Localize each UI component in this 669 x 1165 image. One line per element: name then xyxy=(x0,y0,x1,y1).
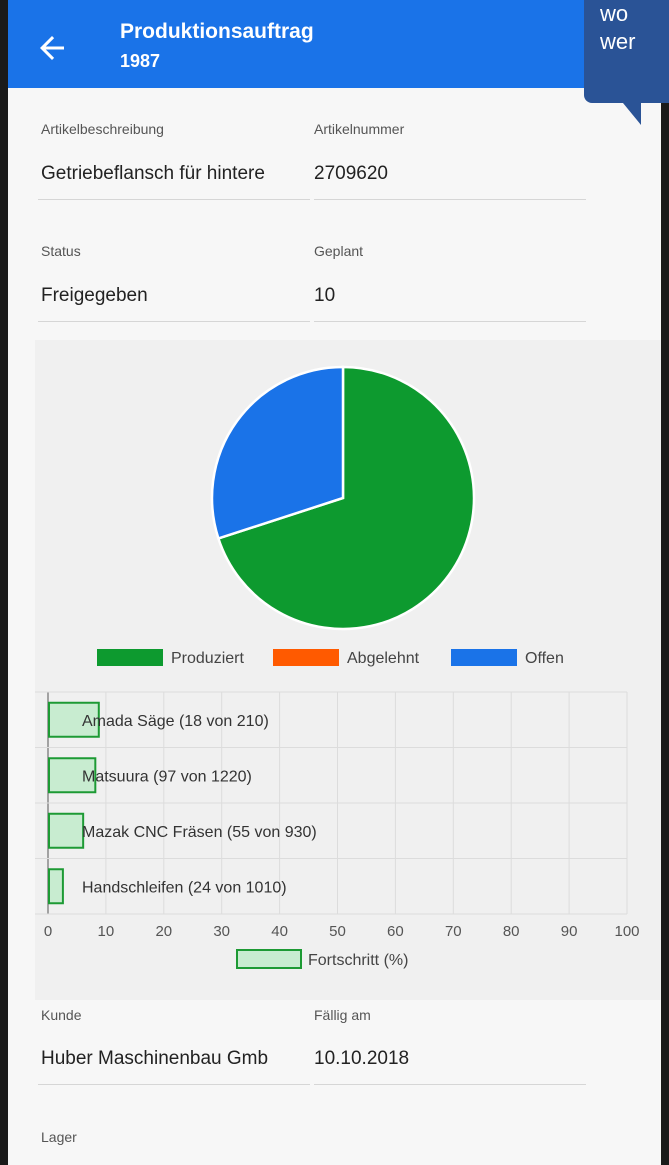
x-tick-label: 40 xyxy=(271,923,288,940)
bar-label: Mazak CNC Fräsen (55 von 930) xyxy=(82,824,317,841)
faellig-underline xyxy=(314,1084,586,1085)
page-subtitle: 1987 xyxy=(120,51,161,71)
geplant-label: Geplant xyxy=(314,243,364,259)
faellig-field[interactable]: 10.10.2018 xyxy=(314,1048,409,1070)
page-title: Produktionsauftrag xyxy=(120,20,314,43)
geplant-underline xyxy=(314,321,586,322)
chart-panel: Produziert Abgelehnt Offen 0 10 20 30 40 50 60 70… xyxy=(35,340,661,1000)
bar-label: Matsuura (97 von 1220) xyxy=(82,768,252,785)
tooltip-arrow xyxy=(623,103,641,125)
status-label: Status xyxy=(41,243,81,259)
bar-label: Amada Säge (18 von 210) xyxy=(82,713,269,730)
x-tick-label: 90 xyxy=(561,923,578,940)
x-tick-label: 80 xyxy=(503,923,520,940)
bar-label: Handschleifen (24 von 1010) xyxy=(82,879,287,896)
x-tick-label: 30 xyxy=(213,923,230,940)
bar[interactable] xyxy=(48,812,85,849)
artikelnummer-underline xyxy=(314,199,586,200)
app-bar: Produktionsauftrag 1987 xyxy=(8,0,661,88)
x-tick-label: 0 xyxy=(44,923,52,940)
tooltip-line-1: wo xyxy=(600,1,629,26)
artikelbeschreibung-label: Artikelbeschreibung xyxy=(41,121,164,137)
tooltip-line-2: wer xyxy=(600,29,636,54)
legend-label-fortschritt: Fortschritt (%) xyxy=(308,952,408,969)
bar-chart: 0 10 20 30 40 50 60 70 80 90 100 Amada Säge (18 von… xyxy=(35,691,640,969)
x-tick-label: 100 xyxy=(614,923,639,940)
bar[interactable] xyxy=(48,868,64,905)
artikelbeschreibung-field[interactable]: Getriebeflansch für hintere xyxy=(41,163,309,185)
status-underline xyxy=(38,321,310,322)
back-arrow-icon[interactable] xyxy=(34,30,70,66)
x-tick-label: 50 xyxy=(329,923,346,940)
tooltip: wo wer xyxy=(584,0,669,103)
geplant-field[interactable]: 10 xyxy=(314,285,335,307)
kunde-field[interactable]: Huber Maschinenbau Gmb xyxy=(41,1048,309,1070)
app-screen: Produktionsauftrag 1987 Artikelbeschreib… xyxy=(8,0,661,1165)
artikelnummer-label: Artikelnummer xyxy=(314,121,405,137)
x-tick-label: 20 xyxy=(155,923,172,940)
kunde-label: Kunde xyxy=(41,1007,82,1023)
status-field[interactable]: Freigegeben xyxy=(41,285,148,307)
kunde-underline xyxy=(38,1084,310,1085)
artikelbeschreibung-underline xyxy=(38,199,310,200)
lager-label: Lager xyxy=(41,1129,77,1145)
x-tick-label: 60 xyxy=(387,923,404,940)
faellig-label: Fällig am xyxy=(314,1007,371,1023)
x-tick-label: 70 xyxy=(445,923,462,940)
artikelnummer-field[interactable]: 2709620 xyxy=(314,163,388,185)
legend-swatch-fortschritt xyxy=(236,949,302,969)
x-tick-label: 10 xyxy=(98,923,115,940)
